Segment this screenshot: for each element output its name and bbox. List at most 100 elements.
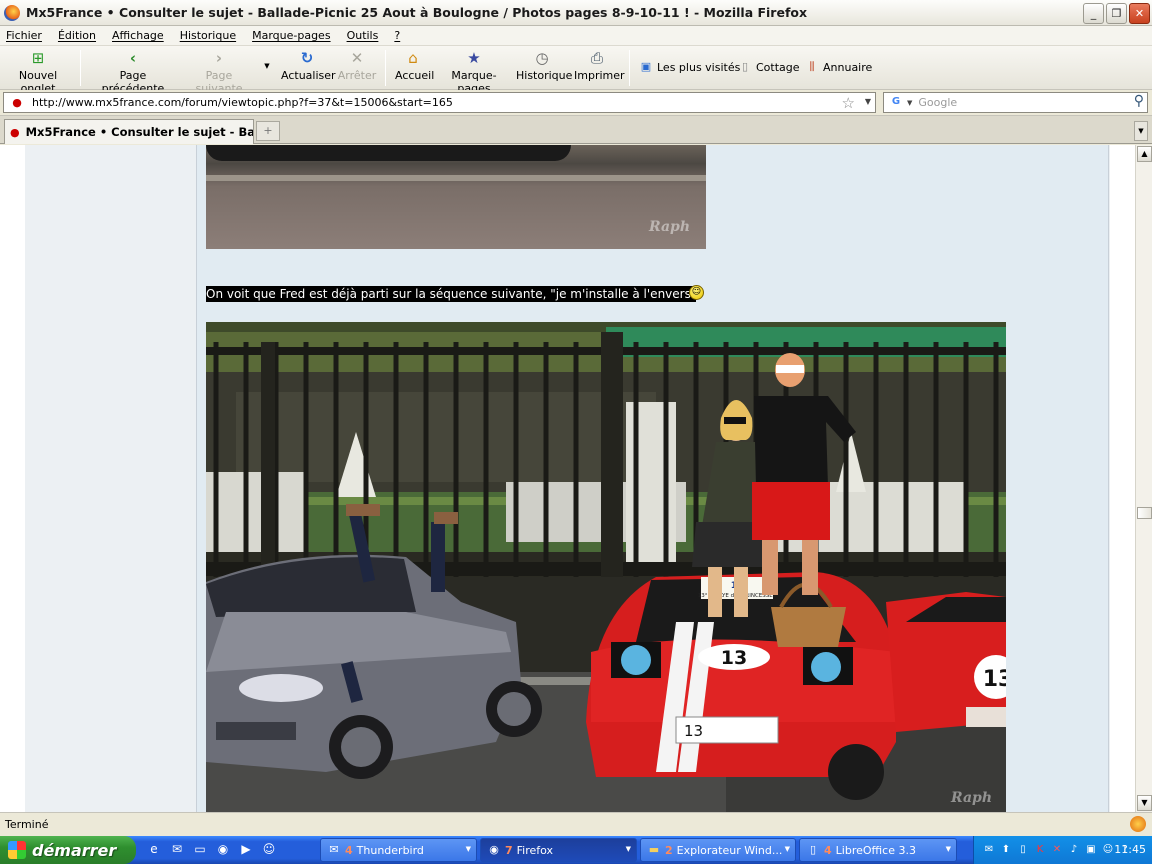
task-label: LibreOffice 3.3: [835, 843, 916, 857]
mail-tray-icon[interactable]: ✉: [982, 843, 996, 857]
home-button[interactable]: ⌂ Accueil: [395, 49, 434, 82]
minimize-button[interactable]: _: [1083, 3, 1104, 24]
internet-explorer-icon[interactable]: e: [146, 841, 162, 857]
url-text: http://www.mx5france.com/forum/viewtopic…: [32, 96, 453, 109]
task-thunderbird[interactable]: ✉ 4 Thunderbird ▼: [320, 838, 477, 862]
forward-button[interactable]: › Page suivante: [182, 50, 256, 95]
photo-car-shadow: [206, 145, 571, 161]
volume-tray-icon[interactable]: ♪: [1067, 843, 1081, 857]
firefox-logo-icon: [4, 4, 20, 21]
document-tray-icon[interactable]: ▯: [1016, 843, 1030, 857]
back-button[interactable]: ‹ Page précédente: [90, 50, 176, 95]
folder-icon: ▬: [648, 843, 660, 856]
clock-icon: ◷: [535, 49, 549, 67]
bookmark-label: Les plus visités: [657, 60, 741, 74]
firefox-window: Mx5France • Consulter le sujet - Ballade…: [0, 0, 1152, 836]
tab-label: Mx5France • Consulter le sujet - Ball...: [25, 125, 254, 139]
tab-list-button[interactable]: ▼: [1134, 121, 1148, 141]
firefox-icon: ◉: [489, 843, 499, 856]
bookmark-star-icon[interactable]: ☆: [842, 94, 855, 112]
quick-launch: e ✉ ▭ ◉ ▶ ☺: [146, 841, 277, 857]
network-tray-icon[interactable]: ▣: [1084, 843, 1098, 857]
show-desktop-icon[interactable]: ▭: [192, 841, 208, 857]
messenger-icon[interactable]: ☺: [261, 841, 277, 857]
photo-curb: [206, 175, 706, 181]
stop-button[interactable]: ✕ Arrêter: [337, 50, 377, 82]
firefox-quicklaunch-icon[interactable]: ◉: [215, 841, 231, 857]
scroll-up-arrow-icon[interactable]: ▲: [1137, 146, 1152, 162]
start-button[interactable]: . démarrer: [0, 836, 136, 864]
print-button[interactable]: ⎙ Imprimer: [574, 49, 625, 82]
bookmark-label: Annuaire: [823, 60, 873, 74]
photo-watermark: Raph: [951, 790, 992, 806]
update-tray-icon[interactable]: ⬆: [999, 843, 1013, 857]
task-count: 7: [505, 843, 513, 857]
google-engine-icon[interactable]: G: [887, 96, 905, 110]
system-tray: ✉ ⬆ ▯ K ✕ ♪ ▣ ☺ ? 11:45: [973, 836, 1152, 864]
start-label: démarrer: [32, 840, 117, 860]
document-icon: ▯: [741, 60, 749, 73]
url-bar[interactable]: ● http://www.mx5france.com/forum/viewtop…: [3, 92, 876, 113]
history-label: Historique: [516, 69, 573, 82]
task-dropdown-icon: ▼: [625, 845, 631, 853]
history-dropdown-button[interactable]: ▼: [262, 62, 272, 70]
scroll-thumb[interactable]: [1137, 507, 1152, 519]
task-dropdown-icon: ▼: [465, 845, 471, 853]
new-tab-icon: ⊞: [31, 49, 45, 67]
reload-label: Actualiser: [281, 69, 336, 82]
home-icon: ⌂: [408, 49, 418, 67]
menu-outils[interactable]: Outils: [347, 29, 379, 42]
menu-affichage[interactable]: Affichage: [112, 29, 164, 42]
document-icon: ▯: [809, 843, 817, 856]
printer-icon: ⎙: [590, 49, 603, 67]
menu-edition[interactable]: Édition: [58, 29, 96, 42]
close-button[interactable]: ✕: [1129, 3, 1150, 24]
bookmarks-button[interactable]: ★ Marque-pages: [438, 50, 510, 95]
task-libreoffice[interactable]: ▯ 4 LibreOffice 3.3 ▼: [799, 838, 957, 862]
left-margin: [0, 145, 25, 812]
scroll-down-arrow-icon[interactable]: ▼: [1137, 795, 1152, 811]
new-tab-button[interactable]: ⊞ Nouvel onglet: [4, 50, 72, 95]
media-player-icon[interactable]: ▶: [238, 841, 254, 857]
new-tab-plus-button[interactable]: +: [256, 121, 280, 141]
thunderbird-icon: ✉: [329, 843, 339, 856]
security-tray-icon[interactable]: ✕: [1050, 843, 1064, 857]
restore-button[interactable]: ❐: [1106, 3, 1127, 24]
task-explorer[interactable]: ▬ 2 Explorateur Wind... ▼: [640, 838, 796, 862]
engine-dropdown-icon[interactable]: ▼: [907, 99, 912, 107]
stop-icon: ✕: [350, 49, 364, 67]
bookmark-page-icon: ▣: [640, 60, 652, 73]
bookmark-most-visited[interactable]: ▣ Les plus visités: [639, 60, 741, 74]
menu-marque-pages[interactable]: Marque-pages: [252, 29, 330, 42]
bookmark-annuaire[interactable]: ⫼ Annuaire: [805, 60, 872, 74]
page-content: Raph On voit que Fred est déjà parti sur…: [0, 145, 1135, 812]
photo-watermark: Raph: [649, 219, 690, 235]
windows-logo-icon: .: [8, 841, 26, 859]
task-count: 4: [345, 843, 353, 857]
window-title: Mx5France • Consulter le sujet - Ballade…: [26, 5, 808, 20]
history-button[interactable]: ◷ Historique: [516, 49, 572, 82]
toolbar-separator: [629, 50, 630, 86]
antivirus-tray-icon[interactable]: K: [1033, 843, 1047, 857]
post-caption: On voit que Fred est déjà parti sur la s…: [206, 286, 697, 302]
site-favicon-icon: ●: [12, 95, 22, 109]
side-number-text: 13: [983, 667, 1006, 692]
messenger-tray-icon[interactable]: ☺: [1101, 843, 1115, 857]
back-arrow-icon: ‹: [129, 49, 137, 67]
search-magnifier-icon[interactable]: ⚲: [1134, 93, 1144, 109]
cars-photo-illustration: 13 13 13 13° RALLYE des PRINCESSES 13: [206, 322, 1006, 812]
bookmark-cottage[interactable]: ▯ Cottage: [738, 60, 800, 74]
menu-historique[interactable]: Historique: [180, 29, 236, 42]
menu-help[interactable]: ?: [394, 29, 400, 42]
bookmark-label: Cottage: [756, 60, 800, 74]
task-label: Firefox: [516, 843, 554, 857]
search-bar[interactable]: G ▼ Google ⚲: [883, 92, 1148, 113]
reload-button[interactable]: ↻ Actualiser: [281, 50, 336, 82]
url-dropdown-icon[interactable]: ▼: [865, 97, 871, 106]
tab-mx5france[interactable]: ● Mx5France • Consulter le sujet - Ball.…: [4, 119, 254, 144]
addon-status-icon[interactable]: [1130, 816, 1146, 832]
vertical-scrollbar[interactable]: ▲ ▼: [1135, 145, 1152, 812]
task-firefox[interactable]: ◉ 7 Firefox ▼: [480, 838, 637, 862]
menu-fichier[interactable]: Fichier: [6, 29, 42, 42]
outlook-express-icon[interactable]: ✉: [169, 841, 185, 857]
